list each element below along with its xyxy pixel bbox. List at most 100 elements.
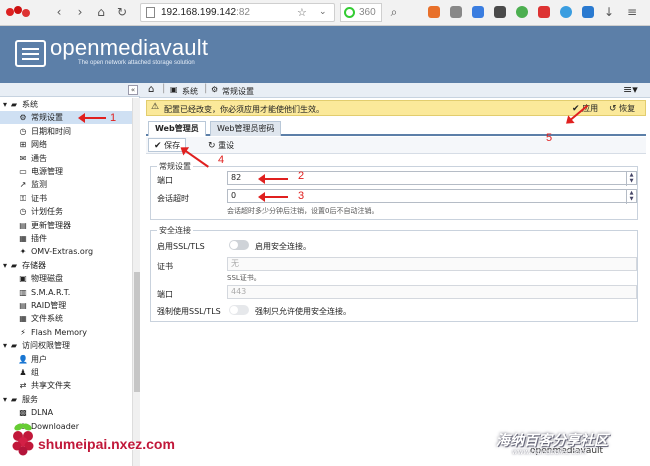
sidebar-item[interactable]: ▾ ▰ 服务 <box>0 393 132 406</box>
warning-text: 配置已经改变，你必须应用才能使他们生效。 <box>164 105 324 114</box>
sidebar-item[interactable]: ⚡ Flash Memory <box>0 326 132 339</box>
port-label: 端口 <box>157 176 173 185</box>
forward-icon[interactable]: › <box>73 5 87 19</box>
certificate-hint: SSL证书。 <box>227 274 261 282</box>
sidebar-item[interactable]: ◷ 计划任务 <box>0 205 132 218</box>
enable-ssl-toggle[interactable] <box>229 240 249 250</box>
sidebar-item[interactable]: ▥ S.M.A.R.T. <box>0 286 132 299</box>
collapse-sidebar-button[interactable]: « <box>128 85 138 95</box>
raspberry-watermark-text: shumeipai.nxez.com <box>38 436 175 452</box>
extension-icon-2[interactable] <box>450 6 462 18</box>
sidebar-item-label: Flash Memory <box>31 327 88 337</box>
expand-arrow-icon[interactable]: ▾ <box>2 393 8 406</box>
expand-arrow-icon[interactable]: ▾ <box>2 259 8 272</box>
dropdown-icon[interactable]: ⌄ <box>319 7 327 17</box>
breadcrumb-item-general[interactable]: 常规设置 <box>222 86 254 97</box>
general-settings-legend: 常规设置 <box>157 161 193 172</box>
search-icon[interactable]: ⌕ <box>387 5 401 19</box>
sidebar-item[interactable]: ▤ 更新管理器 <box>0 219 132 232</box>
revert-label: 恢复 <box>619 104 636 113</box>
options-menu-icon[interactable]: ≡▾ <box>623 83 638 96</box>
ssl-port-placeholder: 443 <box>231 287 247 296</box>
sidebar-item[interactable]: ↗ 监测 <box>0 178 132 191</box>
sidebar-item[interactable]: ▦ 文件系统 <box>0 312 132 325</box>
sidebar-item-label: 用户 <box>31 354 47 364</box>
extension-icon-5[interactable] <box>516 6 528 18</box>
home-icon[interactable]: ⌂ <box>94 5 108 19</box>
sidebar-item[interactable]: ✦ OMV-Extras.org <box>0 245 132 258</box>
breadcrumb-separator: | <box>162 83 166 94</box>
sidebar-item[interactable]: ▤ RAID管理 <box>0 299 132 312</box>
group-icon: ♟ <box>19 368 27 377</box>
user-icon: 👤 <box>18 354 28 364</box>
expand-arrow-icon[interactable]: ▾ <box>2 98 8 111</box>
sidebar-item[interactable]: ⊞ 网络 <box>0 138 132 151</box>
port-stepper[interactable]: ▲ ▼ <box>626 172 636 186</box>
sidebar-item-label: 计划任务 <box>31 207 63 217</box>
extension-icon-1[interactable] <box>428 6 440 18</box>
puzzle-icon: ✦ <box>19 247 27 257</box>
menu-icon[interactable]: ≡ <box>625 5 639 19</box>
sidebar-item[interactable]: ⇄ 共享文件夹 <box>0 379 132 392</box>
enable-ssl-label: 启用SSL/TLS <box>157 242 205 251</box>
search-box[interactable]: 360 <box>340 3 382 22</box>
sidebar-item[interactable]: ▣ 物理磁盘 <box>0 272 132 285</box>
sidebar-item[interactable]: ▾ ▰ 访问权限管理 <box>0 339 132 352</box>
extension-icon-7[interactable] <box>560 6 572 18</box>
tab-web-admin[interactable]: Web管理员 <box>148 121 206 136</box>
ssl-port-input[interactable]: 443 <box>227 285 637 299</box>
sidebar-item[interactable]: ▾ ▰ 系统 <box>0 98 132 111</box>
session-timeout-input[interactable]: 0 ▲ ▼ <box>227 189 637 204</box>
star-icon[interactable]: ☆ <box>297 6 307 19</box>
expand-arrow-icon[interactable]: ▾ <box>2 339 8 352</box>
refresh-icon: ↻ <box>208 141 216 151</box>
sidebar-item-label: 证书 <box>31 193 47 203</box>
sidebar-scrollbar[interactable] <box>132 98 140 466</box>
annotation-number-5: 5 <box>546 132 553 144</box>
reset-label: 重设 <box>218 141 235 150</box>
sidebar-item[interactable]: ▭ 电源管理 <box>0 165 132 178</box>
secure-connection-fieldset: 安全连接 启用SSL/TLS 启用安全连接。 证书 无 SSL证书。 端口 44… <box>150 225 638 322</box>
revert-button[interactable]: ↺ 恢复 <box>609 103 635 114</box>
back-icon[interactable]: ‹ <box>52 5 66 19</box>
certificate-placeholder: 无 <box>231 259 239 268</box>
folder-icon: ▣ <box>170 85 178 94</box>
home-icon[interactable]: ⌂ <box>148 84 154 95</box>
reset-button[interactable]: ↻ 重设 <box>202 138 240 152</box>
sidebar-item[interactable]: ✉ 通告 <box>0 152 132 165</box>
address-bar[interactable]: 192.168.199.142:82 ☆ ⌄ <box>140 3 335 22</box>
session-timeout-value: 0 <box>231 191 237 200</box>
sidebar-item[interactable]: ▩ DLNA <box>0 406 132 419</box>
dlna-icon: ▩ <box>19 408 27 418</box>
reload-icon[interactable]: ↻ <box>115 5 129 19</box>
breadcrumb-item-system[interactable]: 系统 <box>182 86 198 97</box>
disk-icon: ▣ <box>19 274 27 284</box>
sidebar-item[interactable]: 👤 用户 <box>0 353 132 366</box>
search-engine-icon <box>344 7 355 18</box>
sidebar-item-label: 通告 <box>31 153 47 163</box>
extension-icon-8[interactable] <box>582 6 594 18</box>
force-ssl-toggle[interactable] <box>229 305 249 315</box>
sidebar-item[interactable]: ♟ 组 <box>0 366 132 379</box>
port-input[interactable]: 82 ▲ ▼ <box>227 171 637 186</box>
sidebar-item[interactable]: ◷ 日期和时间 <box>0 125 132 138</box>
download-icon[interactable]: ↓ <box>602 5 616 19</box>
extension-icon-6[interactable] <box>538 6 550 18</box>
sidebar-item[interactable]: ⚿ 证书 <box>0 192 132 205</box>
config-changed-banner: ⚠ 配置已经改变，你必须应用才能使他们生效。 ✔ 应用 ↺ 恢复 <box>146 100 646 116</box>
extension-icon-3[interactable] <box>472 6 484 18</box>
app-title: openmediavault <box>50 35 209 60</box>
folder-icon: ▰ <box>10 100 18 109</box>
browser-toolbar: ‹ › ⌂ ↻ ☆ 192.168.199.142:82 ☆ ⌄ 360 ⌕ ↓… <box>0 0 650 26</box>
save-label: 保存 <box>164 141 181 150</box>
url-port: :82 <box>236 7 250 18</box>
certificate-select[interactable]: 无 <box>227 257 637 271</box>
session-timeout-stepper[interactable]: ▲ ▼ <box>626 190 636 204</box>
chart-icon: ↗ <box>19 180 27 190</box>
port-value: 82 <box>231 173 242 182</box>
sidebar-item[interactable]: ▦ 插件 <box>0 232 132 245</box>
folder-icon: ▰ <box>10 341 18 351</box>
extension-icon-4[interactable] <box>494 6 506 18</box>
tab-web-admin-password[interactable]: Web管理员密码 <box>210 121 282 136</box>
sidebar-item[interactable]: ▾ ▰ 存储器 <box>0 259 132 272</box>
